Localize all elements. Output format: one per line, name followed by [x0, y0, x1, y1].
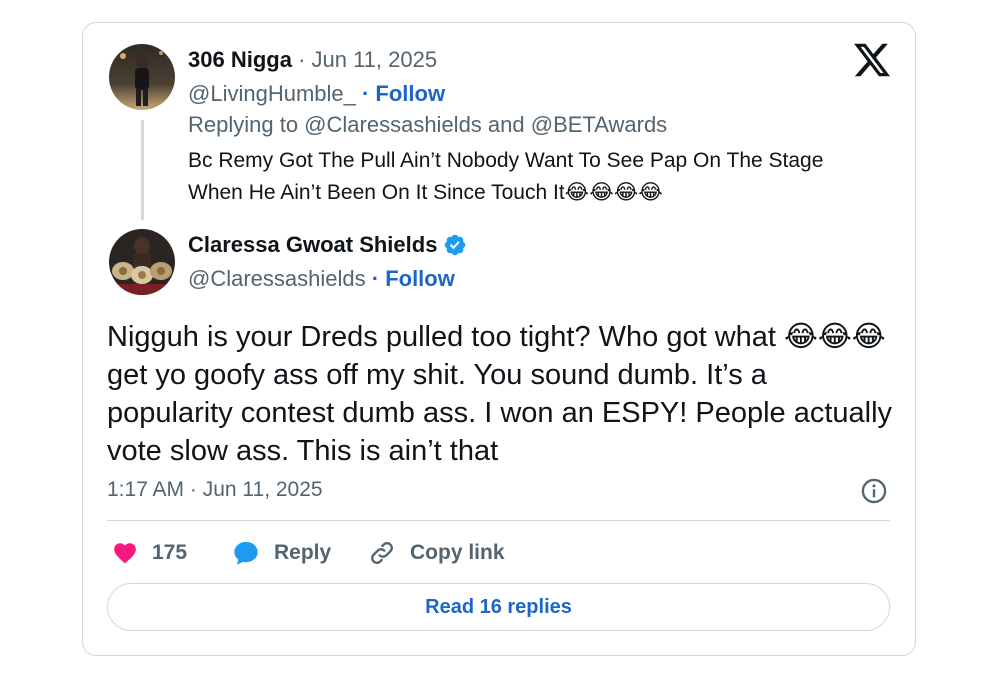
like-count: 175: [152, 541, 188, 564]
heart-icon: [114, 543, 136, 564]
speech-bubble-icon: [234, 541, 258, 565]
reply-text-line1: Bc Remy Got The Pull Ain’t Nobody Want T…: [188, 149, 824, 172]
reply-text-line2: When He Ain’t Been On It Since Touch It: [188, 181, 565, 204]
link-icon: [371, 542, 393, 564]
author-handle[interactable]: @Claressashields: [188, 266, 366, 291]
tweet-body-text: Nigguh is your Dreds pulled too tight? W…: [107, 321, 893, 467]
follow-button[interactable]: · Follow: [362, 81, 445, 106]
copy-link-button[interactable]: Copy link: [368, 538, 505, 568]
tweet-timestamp[interactable]: 1:17 AM · Jun 11, 2025: [107, 478, 323, 502]
like-button[interactable]: 175: [112, 538, 187, 568]
author-handle[interactable]: @LivingHumble_: [188, 81, 356, 106]
reply-label: Reply: [274, 541, 332, 564]
avatar[interactable]: [109, 44, 175, 110]
main-handle-row: @Claressashields · Follow: [188, 265, 455, 293]
reply-text-line2-row: When He Ain’t Been On It Since Touch It😂…: [188, 178, 663, 207]
tweet-date[interactable]: · Jun 11, 2025: [298, 47, 437, 72]
thread-connector-line: [141, 120, 144, 220]
reply-button[interactable]: Reply: [232, 538, 331, 568]
reply-handle-row: @LivingHumble_ · Follow: [188, 80, 445, 108]
avatar-photo: [109, 229, 175, 295]
main-author-row: Claressa Gwoat Shields: [188, 231, 467, 259]
laughing-emoji-run: 😂😂😂😂: [564, 180, 663, 204]
avatar-photo: [109, 44, 175, 110]
author-name[interactable]: 306 Nigga: [188, 47, 292, 72]
author-name[interactable]: Claressa Gwoat Shields: [188, 232, 437, 257]
read-replies-label: Read 16 replies: [425, 595, 572, 618]
replying-to-text: Replying to @Claressashields and @BETAwa…: [188, 112, 668, 137]
info-icon[interactable]: [860, 477, 888, 505]
divider: [107, 520, 890, 521]
follow-button[interactable]: · Follow: [372, 266, 455, 291]
avatar[interactable]: [109, 229, 175, 295]
read-replies-button[interactable]: Read 16 replies: [107, 583, 890, 631]
copy-link-label: Copy link: [410, 541, 505, 564]
reply-author-row: 306 Nigga · Jun 11, 2025: [188, 46, 437, 74]
x-logo-icon[interactable]: [852, 40, 892, 80]
verified-badge-icon: [445, 234, 466, 256]
